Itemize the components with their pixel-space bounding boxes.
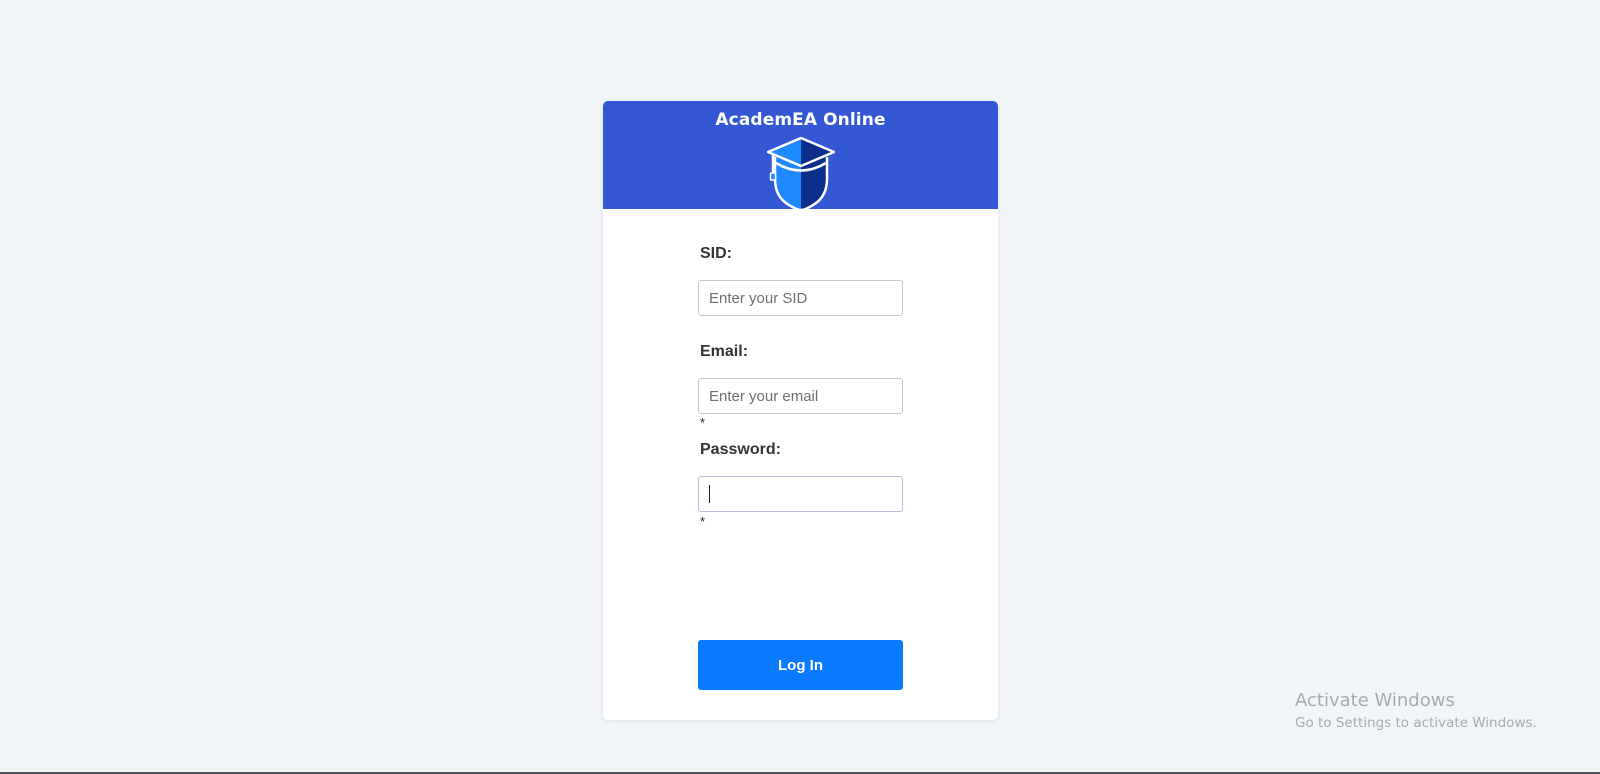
app-title: AcademEA Online: [715, 110, 886, 130]
sid-label: SID:: [700, 245, 732, 262]
login-button[interactable]: Log In: [698, 640, 903, 690]
card-header: AcademEA Online: [603, 101, 998, 209]
graduation-cap-student-icon: [767, 137, 835, 209]
activate-windows-watermark: Activate Windows Go to Settings to activ…: [1295, 690, 1537, 734]
email-input[interactable]: [698, 378, 903, 414]
password-field-wrapper: [698, 476, 903, 512]
sid-input[interactable]: [698, 280, 903, 316]
email-label: Email:: [700, 343, 749, 360]
watermark-title: Activate Windows: [1295, 690, 1455, 711]
password-label: Password:: [700, 441, 781, 458]
email-required-mark: *: [700, 415, 706, 430]
password-input[interactable]: [698, 476, 903, 512]
login-card: AcademEA Online SID: Email:: [603, 101, 998, 720]
watermark-subtitle: Go to Settings to activate Windows.: [1295, 715, 1537, 731]
text-cursor: [709, 485, 710, 503]
password-required-mark: *: [700, 514, 706, 529]
